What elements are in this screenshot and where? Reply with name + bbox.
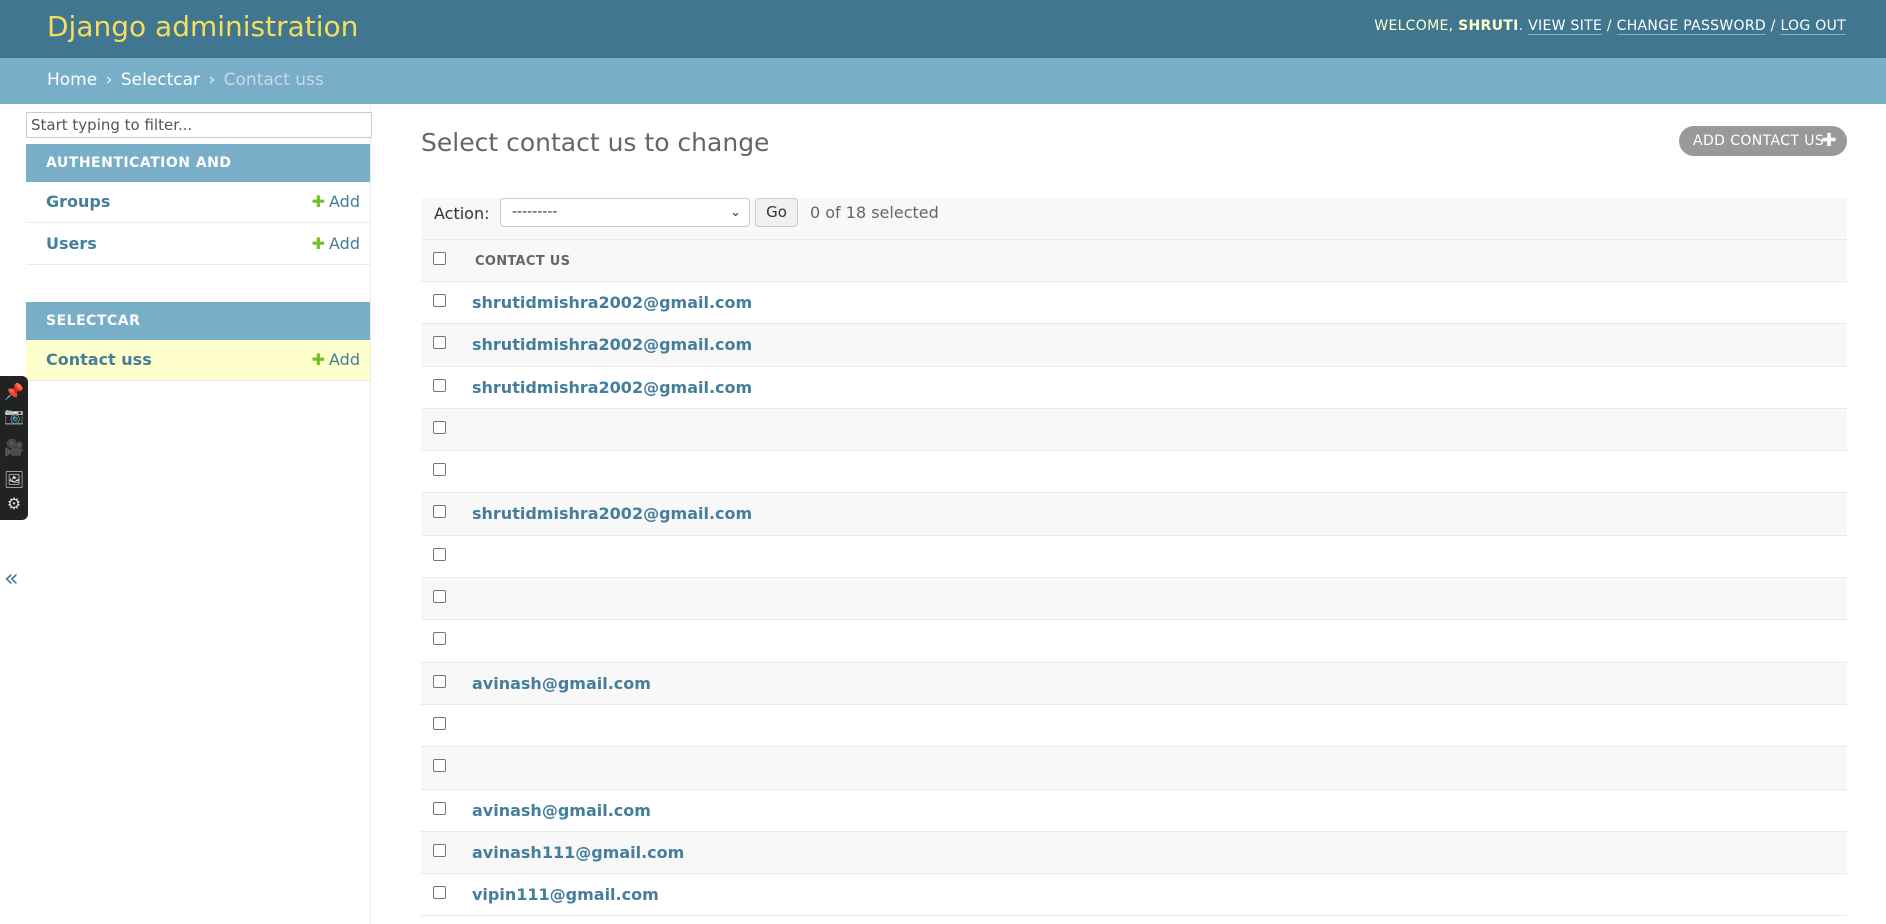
welcome-text: WELCOME, xyxy=(1374,18,1454,34)
header: Django administration WELCOME, SHRUTI. V… xyxy=(0,0,1886,58)
sidebar-item-users: Users ✚ Add xyxy=(26,224,370,265)
row-email-link[interactable]: shrutidmishra2002@gmail.com xyxy=(472,293,752,312)
row-checkbox[interactable] xyxy=(433,886,446,900)
nav-filter-input[interactable] xyxy=(26,112,372,138)
plus-icon: ✚ xyxy=(1821,130,1837,151)
table-row: shrutidmishra2002@gmail.com xyxy=(421,493,1847,536)
table-row xyxy=(421,705,1847,748)
change-password-link[interactable]: CHANGE PASSWORD xyxy=(1616,18,1766,35)
select-all-checkbox[interactable] xyxy=(433,252,446,265)
sidebar-item-contact-uss: Contact uss ✚ Add xyxy=(26,340,370,381)
row-email-link[interactable]: shrutidmishra2002@gmail.com xyxy=(472,504,752,523)
table-row xyxy=(421,747,1847,790)
breadcrumb-separator: › xyxy=(208,70,216,90)
row-checkbox[interactable] xyxy=(433,336,446,350)
action-label: Action: xyxy=(434,204,490,223)
camera-icon[interactable]: 📷 xyxy=(3,406,25,426)
contact-uss-add-link[interactable]: ✚ Add xyxy=(312,350,360,369)
view-site-link[interactable]: VIEW SITE xyxy=(1528,18,1603,35)
table-row xyxy=(421,536,1847,579)
row-email-link[interactable]: shrutidmishra2002@gmail.com xyxy=(472,378,752,397)
table-row: shrutidmishra2002@gmail.com xyxy=(421,367,1847,409)
gallery-icon[interactable]: 🖼 xyxy=(3,470,25,490)
row-checkbox[interactable] xyxy=(433,590,446,604)
table-row: avinash@gmail.com xyxy=(421,662,1847,705)
row-checkbox[interactable] xyxy=(433,759,446,773)
row-checkbox[interactable] xyxy=(433,632,446,646)
row-checkbox[interactable] xyxy=(433,801,446,815)
site-name-link[interactable]: Django administration xyxy=(47,10,358,43)
breadcrumb-separator: › xyxy=(105,70,113,90)
row-email-link[interactable]: shrutidmishra2002@gmail.com xyxy=(472,335,752,354)
pin-icon[interactable]: 📌 xyxy=(3,382,25,402)
row-checkbox[interactable] xyxy=(433,843,446,857)
table-row: shrutidmishra2002@gmail.com xyxy=(421,282,1847,325)
chevron-down-icon: ⌄ xyxy=(730,205,741,220)
plus-icon: ✚ xyxy=(311,350,326,369)
plus-icon: ✚ xyxy=(311,192,326,211)
log-out-link[interactable]: LOG OUT xyxy=(1780,18,1846,35)
row-email-link[interactable]: avinash@gmail.com xyxy=(472,674,651,693)
row-checkbox[interactable] xyxy=(433,674,446,688)
module-caption-auth[interactable]: Authentication and Authorization xyxy=(26,144,370,209)
row-checkbox[interactable] xyxy=(433,294,446,307)
page-title: Select contact us to change xyxy=(421,128,770,157)
table-row xyxy=(421,451,1847,494)
add-contact-us-label: ADD CONTACT US xyxy=(1693,133,1825,149)
column-header-contact-us[interactable]: CONTACT US xyxy=(475,254,570,269)
breadcrumb-current: Contact uss xyxy=(223,70,324,90)
sidebar-collapse-icon[interactable]: « xyxy=(4,564,19,592)
table-row: avinash111@gmail.com xyxy=(421,831,1847,875)
breadcrumb: Home › Selectcar › Contact uss xyxy=(0,58,1886,104)
table-header-row: CONTACT US xyxy=(421,240,1847,282)
table-row xyxy=(421,408,1847,452)
groups-add-link[interactable]: ✚ Add xyxy=(312,192,360,211)
go-button[interactable]: Go xyxy=(755,198,798,227)
row-email-link[interactable]: avinash@gmail.com xyxy=(472,801,651,820)
row-checkbox[interactable] xyxy=(433,420,446,434)
row-email-link[interactable]: vipin111@gmail.com xyxy=(472,885,659,904)
selected-count: 0 of 18 selected xyxy=(810,203,939,222)
users-add-link[interactable]: ✚ Add xyxy=(312,234,360,253)
action-select[interactable]: --------- ⌄ xyxy=(500,198,750,227)
row-checkbox[interactable] xyxy=(433,505,446,519)
sidebar-item-groups-link[interactable]: Groups xyxy=(46,192,110,211)
sidebar-item-contact-uss-link[interactable]: Contact uss xyxy=(46,350,152,369)
table-row: avinash@gmail.com xyxy=(421,790,1847,832)
table-row: vipin111@gmail.com xyxy=(421,874,1847,917)
table-row xyxy=(421,578,1847,621)
video-camera-icon[interactable]: 🎥 xyxy=(3,438,25,458)
screen-tools-strip: 📌 📷 🎥 🖼 ⚙ xyxy=(0,376,28,520)
module-caption-selectcar[interactable]: Selectcar xyxy=(26,302,370,340)
row-checkbox[interactable] xyxy=(433,716,446,730)
row-checkbox[interactable] xyxy=(433,547,446,561)
breadcrumb-selectcar[interactable]: Selectcar xyxy=(121,70,200,90)
row-checkbox[interactable] xyxy=(433,378,446,392)
sidebar-item-groups: Groups ✚ Add xyxy=(26,182,370,223)
table-row: shrutidmishra2002@gmail.com xyxy=(421,324,1847,367)
add-contact-us-button[interactable]: ADD CONTACT US ✚ xyxy=(1679,126,1847,156)
row-email-link[interactable]: avinash111@gmail.com xyxy=(472,843,684,862)
breadcrumb-home[interactable]: Home xyxy=(47,70,97,90)
user-tools: WELCOME, SHRUTI. VIEW SITE / CHANGE PASS… xyxy=(1374,18,1846,35)
gear-icon[interactable]: ⚙ xyxy=(3,494,25,514)
table-row xyxy=(421,620,1847,663)
table-body: shrutidmishra2002@gmail.com shrutidmishra… xyxy=(421,282,1847,917)
actions-bar: Action: --------- ⌄ Go 0 of 18 selected xyxy=(421,198,1847,240)
plus-icon: ✚ xyxy=(311,234,326,253)
nav-sidebar: Authentication and Authorization Groups … xyxy=(26,104,372,924)
result-table: CONTACT US shrutidmishra2002@gmail.com sh… xyxy=(421,240,1847,917)
username: SHRUTI xyxy=(1458,18,1519,34)
action-select-value: --------- xyxy=(512,204,558,220)
row-checkbox[interactable] xyxy=(433,463,446,477)
sidebar-item-users-link[interactable]: Users xyxy=(46,234,97,253)
